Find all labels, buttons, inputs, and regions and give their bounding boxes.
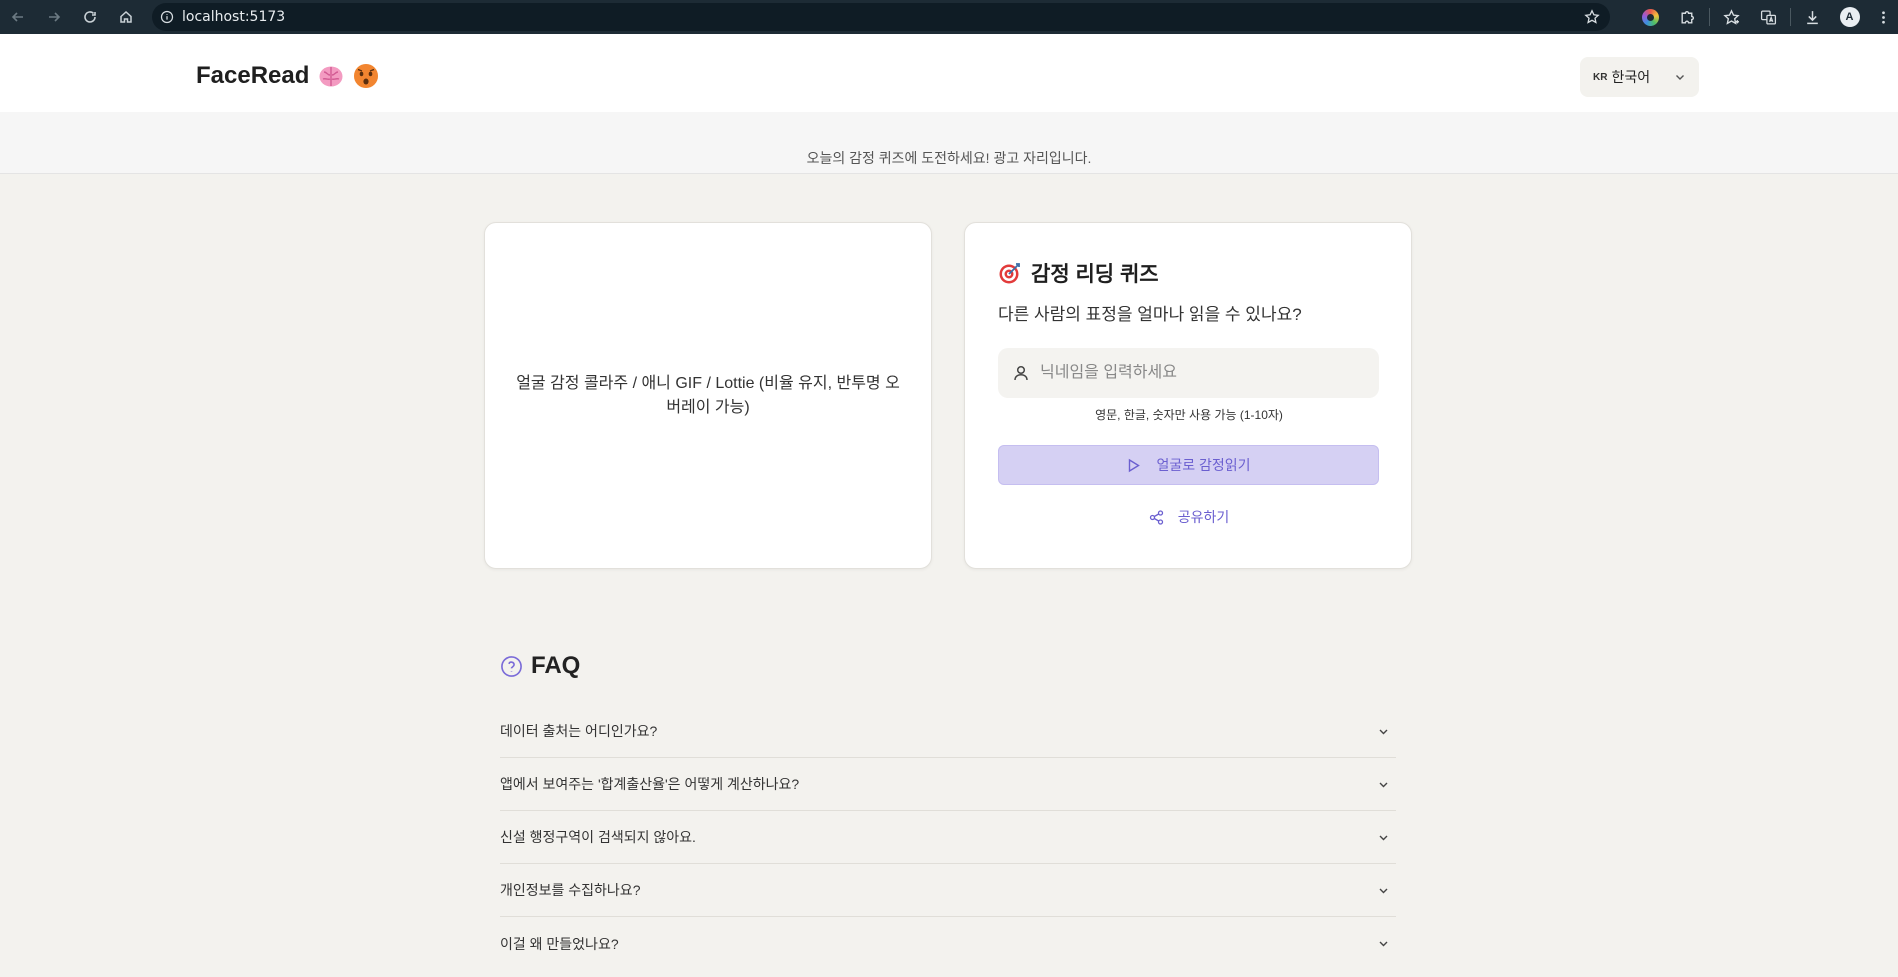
share-button[interactable]: 공유하기 <box>965 507 1413 527</box>
browser-toolbar: localhost:5173 A <box>0 0 1898 34</box>
user-icon <box>1014 365 1028 381</box>
faq-question: 데이터 출처는 어디인가요? <box>500 723 658 739</box>
url-text: localhost:5173 <box>182 9 286 25</box>
bookmark-star-icon[interactable] <box>1584 9 1600 30</box>
share-icon <box>1149 509 1163 525</box>
play-icon <box>1129 458 1141 472</box>
language-label: 한국어 <box>1611 69 1651 85</box>
nickname-field[interactable] <box>998 348 1379 398</box>
faq-item[interactable]: 앱에서 보여주는 '합계출산율'은 어떻게 계산하나요? <box>500 758 1396 811</box>
flag-code: KR <box>1593 71 1608 83</box>
bookmarks-icon[interactable] <box>1713 8 1750 26</box>
forward-arrow-icon[interactable] <box>36 0 72 34</box>
faq-item[interactable]: 데이터 출처는 어디인가요? <box>500 705 1396 758</box>
brain-emoji-icon <box>318 63 344 89</box>
home-icon[interactable] <box>108 0 144 34</box>
target-icon <box>999 263 1020 284</box>
address-bar[interactable]: localhost:5173 <box>152 3 1610 31</box>
color-picker-extension-icon[interactable] <box>1632 8 1669 26</box>
site-info-icon[interactable] <box>152 10 182 24</box>
start-reading-label: 얼굴로 감정읽기 <box>1156 457 1251 473</box>
chevron-down-icon <box>1676 75 1684 80</box>
faq-question: 이걸 왜 만들었나요? <box>500 935 619 952</box>
back-arrow-icon[interactable] <box>0 0 36 34</box>
reload-icon[interactable] <box>72 0 108 34</box>
chevron-down-icon <box>1379 782 1388 787</box>
faq-title: FAQ <box>531 652 581 679</box>
quiz-subtitle: 다른 사람의 표정을 얼마나 읽을 수 있나요? <box>998 305 1302 324</box>
start-reading-button[interactable]: 얼굴로 감정읽기 <box>998 445 1379 485</box>
ad-text: 오늘의 감정 퀴즈에 도전하세요! 광고 자리입니다. <box>806 150 1092 166</box>
nickname-hint: 영문, 한글, 숫자만 사용 가능 (1-10자) <box>1095 408 1283 422</box>
quiz-card: 감정 리딩 퀴즈 다른 사람의 표정을 얼마나 읽을 수 있나요? 영문, 한글… <box>964 222 1412 569</box>
share-label: 공유하기 <box>1177 509 1230 525</box>
faq-question: 신설 행정구역이 검색되지 않아요. <box>500 829 696 845</box>
ad-banner: 오늘의 감정 퀴즈에 도전하세요! 광고 자리입니다. <box>0 112 1898 174</box>
nickname-input[interactable] <box>1040 364 1360 382</box>
collage-placeholder-text: 얼굴 감정 콜라주 / 애니 GIF / Lottie (비율 유지, 반투명 … <box>516 374 900 416</box>
extensions-area: A <box>1632 0 1898 34</box>
faq-heading: FAQ <box>500 652 580 680</box>
translate-icon[interactable] <box>1750 9 1787 26</box>
chevron-down-icon <box>1379 888 1388 893</box>
chevron-down-icon <box>1379 729 1388 734</box>
faq-item[interactable]: 개인정보를 수집하나요? <box>500 864 1396 917</box>
faq-list: 데이터 출처는 어디인가요? 앱에서 보여주는 '합계출산율'은 어떻게 계산하… <box>500 705 1396 970</box>
chevron-down-icon <box>1379 835 1388 840</box>
faq-question: 개인정보를 수집하나요? <box>500 882 641 898</box>
collage-card: 얼굴 감정 콜라주 / 애니 GIF / Lottie (비율 유지, 반투명 … <box>484 222 932 569</box>
site-logo[interactable]: FaceRead <box>196 62 379 90</box>
language-select[interactable]: KR 한국어 <box>1580 57 1699 97</box>
puzzle-extensions-icon[interactable] <box>1669 9 1706 26</box>
quiz-title: 감정 리딩 퀴즈 <box>1031 263 1159 286</box>
quiz-heading: 감정 리딩 퀴즈 <box>998 258 1159 288</box>
faq-item[interactable]: 신설 행정구역이 검색되지 않아요. <box>500 811 1396 864</box>
profile-avatar[interactable]: A <box>1831 7 1868 27</box>
question-circle-icon <box>501 655 522 677</box>
download-icon[interactable] <box>1794 9 1831 26</box>
chevron-down-icon <box>1379 941 1388 947</box>
site-header: FaceRead KR 한국어 <box>0 34 1898 112</box>
logo-text: FaceRead <box>196 62 310 89</box>
menu-icon[interactable] <box>1868 9 1898 26</box>
face-emoji-icon <box>353 63 379 89</box>
faq-question: 앱에서 보여주는 '합계출산율'은 어떻게 계산하나요? <box>500 776 800 792</box>
faq-item[interactable]: 이걸 왜 만들었나요? <box>500 917 1396 970</box>
